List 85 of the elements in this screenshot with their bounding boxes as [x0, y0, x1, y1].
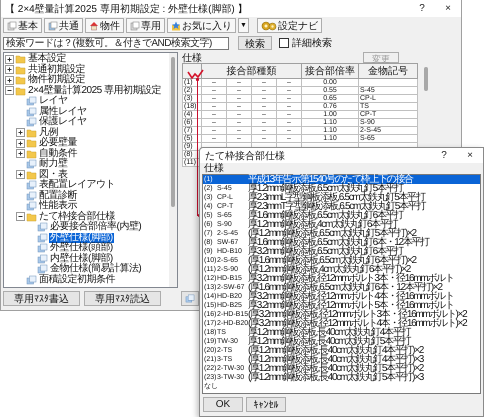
help-button[interactable]: ? — [409, 1, 435, 16]
document-icon — [185, 294, 195, 303]
document-icon — [26, 96, 37, 106]
close-button[interactable]: × — [435, 1, 461, 16]
expand-icon[interactable] — [5, 65, 14, 74]
folder-icon — [15, 64, 26, 75]
tree-item[interactable]: 必要壁量 — [38, 138, 78, 148]
help-button[interactable]: ? — [431, 148, 457, 163]
tree-item[interactable]: 性能表示 — [38, 201, 78, 212]
document-icon — [26, 190, 37, 201]
collapse-icon[interactable] — [16, 212, 25, 222]
tree-item[interactable]: 内壁仕様(脚部) — [49, 254, 114, 264]
tree-item[interactable]: レイヤ — [38, 96, 68, 106]
tree-item[interactable]: 必要接合部倍率(内壁) — [49, 222, 142, 232]
column-header: 接合部倍率 — [302, 64, 358, 78]
folder-icon — [26, 170, 37, 180]
star-icon — [171, 20, 181, 30]
toolbar-button[interactable]: 専用 — [126, 18, 165, 33]
folder-icon — [26, 138, 37, 148]
document-icon — [26, 159, 37, 170]
dialog-button[interactable]: OK — [203, 397, 243, 412]
checkbox[interactable] — [279, 38, 289, 48]
list-label: 仕様 — [203, 163, 225, 174]
tree-item[interactable]: 凡例 — [38, 128, 59, 138]
window-title: 【 2×4壁量計算2025 専用初期設定 : 外壁仕様(脚部) 】 — [5, 2, 249, 16]
toolbar-button[interactable]: 基本 — [3, 18, 42, 33]
document-icon — [37, 264, 48, 274]
tree-item[interactable]: 配置診断 — [38, 190, 78, 201]
toolbar-button[interactable]: 共通 — [44, 18, 83, 33]
toolbar-button[interactable]: 設定ナビ — [256, 18, 322, 33]
search-button[interactable]: 検索 — [238, 36, 272, 50]
folder-icon — [15, 86, 26, 96]
expand-icon[interactable] — [16, 128, 25, 138]
tree-item[interactable]: 2×4壁量計算2025 専用初期設定 — [27, 86, 162, 96]
expand-icon[interactable] — [16, 170, 25, 180]
document-icon — [26, 106, 37, 117]
tree-item[interactable]: たて枠接合部仕様 — [38, 212, 116, 222]
document-icon — [26, 180, 37, 190]
document-icon — [26, 274, 37, 285]
column-header: 金物記号 — [358, 64, 418, 78]
house-icon — [89, 20, 99, 30]
document-icon — [7, 20, 17, 30]
toolbar-button[interactable]: 物件 — [85, 18, 124, 33]
expand-icon[interactable] — [5, 54, 14, 64]
folder-icon — [26, 212, 37, 222]
scrollbar[interactable] — [169, 53, 177, 287]
document-icon — [37, 254, 48, 264]
expand-icon[interactable] — [16, 149, 25, 158]
tree-item[interactable]: 共通初期設定 — [27, 64, 86, 75]
toolbar-button[interactable]: お気に入り — [167, 18, 236, 33]
tree-item[interactable]: 外壁仕様(頭部) — [49, 243, 114, 254]
checkbox-label: 詳細検索 — [292, 36, 332, 50]
collapse-icon[interactable] — [5, 86, 14, 96]
document-icon — [48, 20, 58, 30]
document-icon — [26, 201, 37, 212]
tree-item[interactable]: 耐力壁 — [38, 159, 68, 170]
document-icon — [37, 232, 48, 243]
tree-item[interactable]: 面積設定初期条件 — [38, 274, 116, 285]
icon-button[interactable] — [181, 291, 199, 306]
document-icon — [37, 222, 48, 232]
expand-icon[interactable] — [16, 138, 25, 148]
tree-item[interactable]: 金物仕様(簡易計算法) — [49, 264, 142, 274]
tree-item[interactable]: 自動条件 — [38, 148, 78, 159]
master-button[interactable]: 専用ﾏｽﾀ読込 — [84, 291, 161, 306]
check-mark-icon — [187, 70, 204, 80]
document-icon — [26, 117, 37, 128]
dialog-title: たて枠接合部仕様 — [205, 150, 286, 162]
folder-icon — [15, 54, 26, 64]
folder-icon — [15, 75, 26, 86]
document-icon — [37, 243, 48, 254]
close-button[interactable]: × — [457, 148, 483, 163]
tree-item[interactable]: 表配置レイアウト — [38, 180, 116, 190]
tree-item[interactable]: 図・表 — [38, 170, 68, 180]
tree-item[interactable]: 保護レイヤ — [38, 117, 88, 128]
column-header: 接合部種類 — [202, 64, 302, 78]
section-label: 仕様 — [182, 52, 202, 64]
document-icon — [130, 20, 140, 30]
dialog-button[interactable]: ｷｬﾝｾﾙ — [246, 397, 286, 412]
folder-icon — [26, 128, 37, 138]
tree-item[interactable]: 物件初期設定 — [27, 75, 86, 86]
tree-item[interactable]: 基本設定 — [27, 54, 67, 64]
folder-icon — [26, 148, 37, 159]
master-button[interactable]: 専用ﾏｽﾀ書込 — [3, 291, 80, 306]
tree-item[interactable]: 属性レイヤ — [38, 106, 88, 117]
expand-icon[interactable] — [5, 76, 14, 85]
